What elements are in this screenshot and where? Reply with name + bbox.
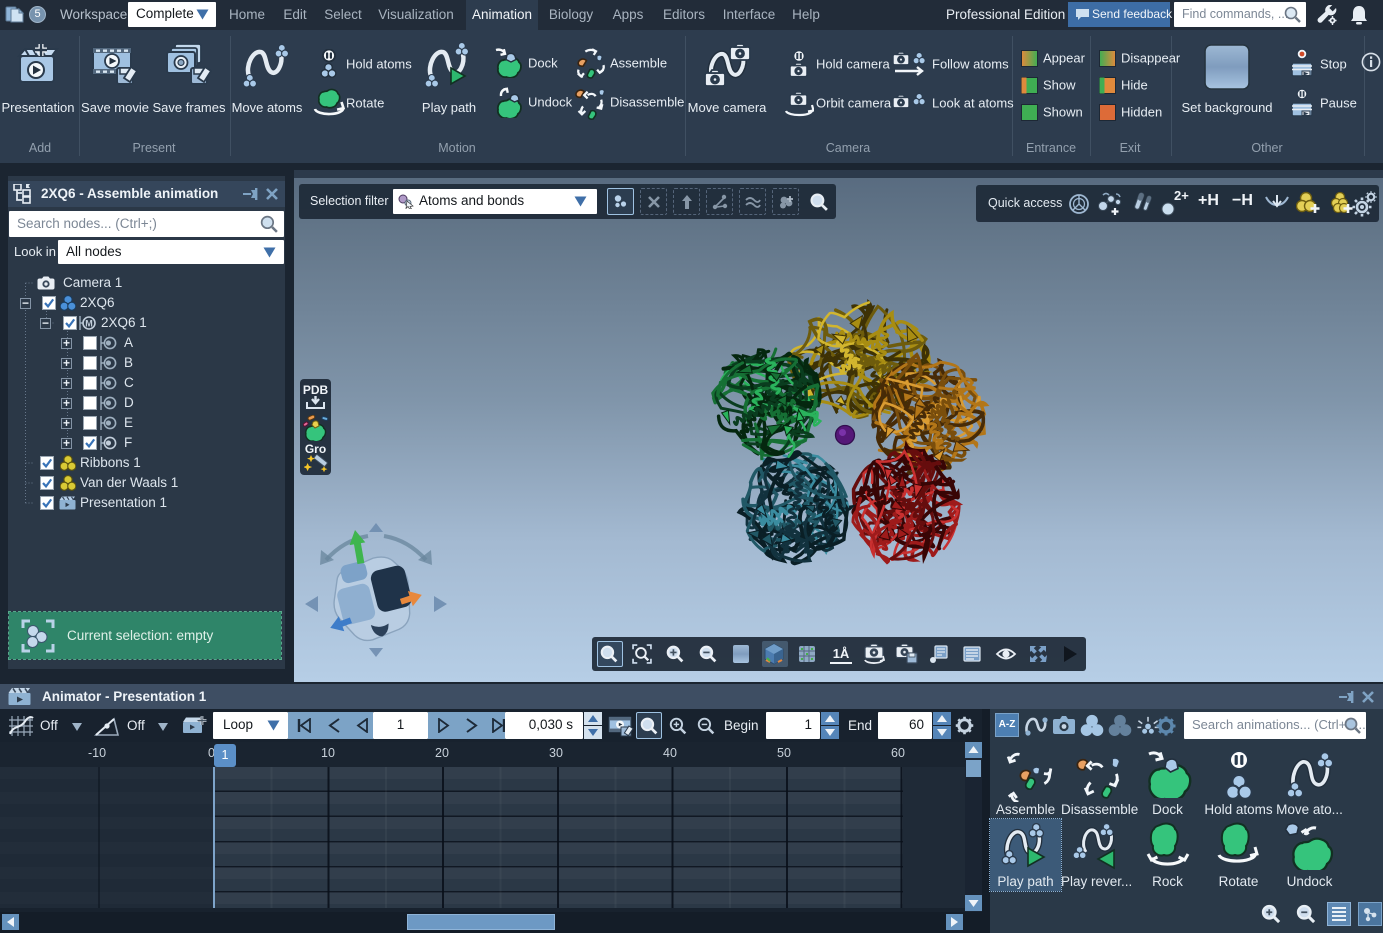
svg-text:2+: 2+ bbox=[1174, 190, 1189, 203]
svg-text:M: M bbox=[85, 319, 93, 329]
